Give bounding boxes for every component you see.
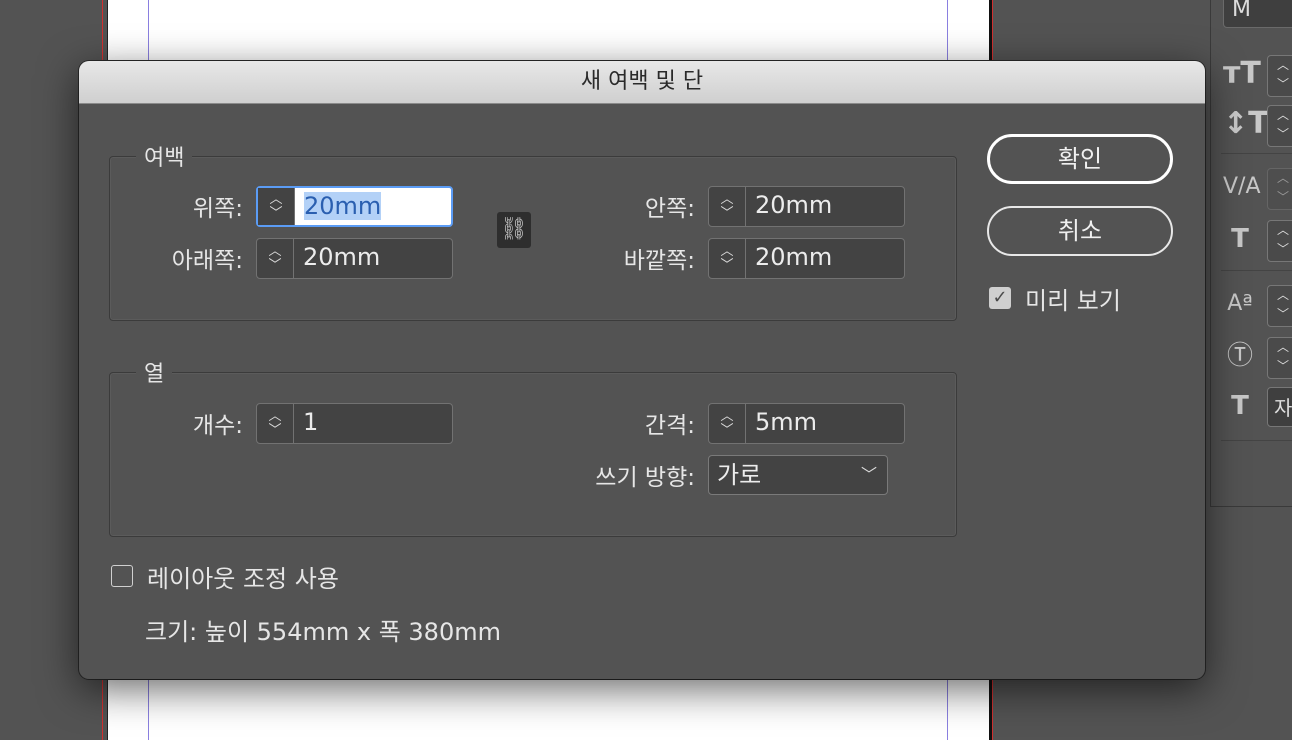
character-rotation-icon: Ⓣ (1226, 341, 1253, 371)
kerning-stepper[interactable]: ︿ ﹀ (1267, 168, 1292, 210)
top-margin-label: 위쪽: (192, 196, 243, 222)
inside-margin-value[interactable]: 20mm (746, 187, 904, 226)
writing-direction-select[interactable]: 가로 ﹀ (708, 455, 888, 495)
top-margin-field[interactable]: ︿ ﹀ 20mm (256, 186, 453, 227)
baseline-shift-icon: Aª (1227, 291, 1253, 316)
font-style-field[interactable]: M (1223, 0, 1292, 28)
vertical-scale-icon: T (1231, 224, 1249, 254)
font-size-icon: ᴛT (1223, 56, 1261, 91)
preview-checkbox[interactable]: ✓ (989, 287, 1011, 309)
bottom-margin-field[interactable]: ︿ ﹀ 20mm (256, 238, 453, 279)
leading-row: ↕T ︿ ﹀ (1211, 100, 1292, 150)
top-margin-selected-text: 20mm (304, 192, 382, 220)
layout-adjust-checkbox[interactable] (111, 565, 133, 587)
column-count-field[interactable]: ︿ ﹀ 1 (256, 403, 453, 444)
leading-icon: ↕T (1223, 106, 1269, 141)
outside-margin-label: 바깥쪽: (623, 248, 695, 274)
tsume-field[interactable]: 자 (1267, 387, 1292, 427)
outside-margin-field[interactable]: ︿ ﹀ 20mm (708, 238, 905, 279)
panel-divider (1221, 440, 1292, 441)
ok-button[interactable]: 확인 (987, 134, 1173, 184)
column-count-label: 개수: (192, 413, 243, 439)
column-count-stepper[interactable]: ︿ ﹀ (257, 404, 294, 443)
column-count-value[interactable]: 1 (294, 404, 452, 443)
chevron-down-icon: ﹀ (860, 465, 877, 484)
columns-group-label: 열 (136, 356, 173, 388)
page-size-info: 크기: 높이 554mm x 폭 380mm (145, 618, 501, 646)
rotation-stepper[interactable]: ︿ ﹀ (1267, 337, 1292, 379)
rotation-row: Ⓣ ︿ ﹀ (1211, 332, 1292, 382)
font-size-row: ᴛT ︿ ﹀ (1211, 50, 1292, 100)
vertical-scale-row: T ︿ ﹀ (1211, 215, 1292, 265)
outside-margin-value[interactable]: 20mm (746, 239, 904, 278)
kerning-icon: V/A (1223, 174, 1261, 199)
panel-divider (1221, 270, 1292, 271)
gutter-field[interactable]: ︿ ﹀ 5mm (708, 403, 905, 444)
bottom-margin-label: 아래쪽: (171, 248, 243, 274)
vertical-scale-stepper[interactable]: ︿ ﹀ (1267, 220, 1292, 262)
font-size-stepper[interactable]: ︿ ﹀ (1267, 55, 1292, 97)
character-panel: M ᴛT ︿ ﹀ ↕T ︿ ﹀ V/A ︿ ﹀ T ︿ ﹀ Aª ︿ ﹀ Ⓣ ︿ ﹀ T 자 (1210, 0, 1292, 507)
kerning-row: V/A ︿ ﹀ (1211, 163, 1292, 213)
inside-margin-stepper[interactable]: ︿ ﹀ (709, 187, 746, 226)
top-margin-value[interactable]: 20mm (295, 188, 451, 225)
bottom-margin-stepper[interactable]: ︿ ﹀ (257, 239, 294, 278)
writing-direction-value: 가로 (717, 461, 762, 489)
gutter-value[interactable]: 5mm (746, 404, 904, 443)
link-margins-chain-icon[interactable]: ⛓ (497, 212, 531, 248)
baseline-shift-row: Aª ︿ ﹀ (1211, 280, 1292, 330)
panel-divider (1221, 153, 1292, 154)
inside-margin-label: 안쪽: (644, 196, 695, 222)
layout-adjust-label[interactable]: 레이아웃 조정 사용 (147, 559, 339, 594)
gutter-label: 간격: (644, 413, 695, 439)
gutter-stepper[interactable]: ︿ ﹀ (709, 404, 746, 443)
cancel-button[interactable]: 취소 (987, 206, 1173, 256)
baseline-shift-stepper[interactable]: ︿ ﹀ (1267, 285, 1292, 327)
margins-group-label: 여백 (136, 140, 193, 172)
tsume-row: T 자 (1211, 382, 1292, 432)
tsume-icon: T (1231, 391, 1249, 421)
outside-margin-stepper[interactable]: ︿ ﹀ (709, 239, 746, 278)
preview-label[interactable]: 미리 보기 (1025, 281, 1121, 316)
new-margins-columns-dialog: 새 여백 및 단 여백 위쪽: ︿ ﹀ 20mm 아래쪽: ︿ ﹀ 20mm ⛓ 안… (79, 61, 1205, 679)
bottom-margin-value[interactable]: 20mm (294, 239, 452, 278)
writing-direction-label: 쓰기 방향: (595, 465, 695, 491)
inside-margin-field[interactable]: ︿ ﹀ 20mm (708, 186, 905, 227)
dialog-title: 새 여백 및 단 (79, 61, 1205, 104)
top-margin-stepper[interactable]: ︿ ﹀ (258, 188, 295, 225)
leading-stepper[interactable]: ︿ ﹀ (1267, 105, 1292, 147)
